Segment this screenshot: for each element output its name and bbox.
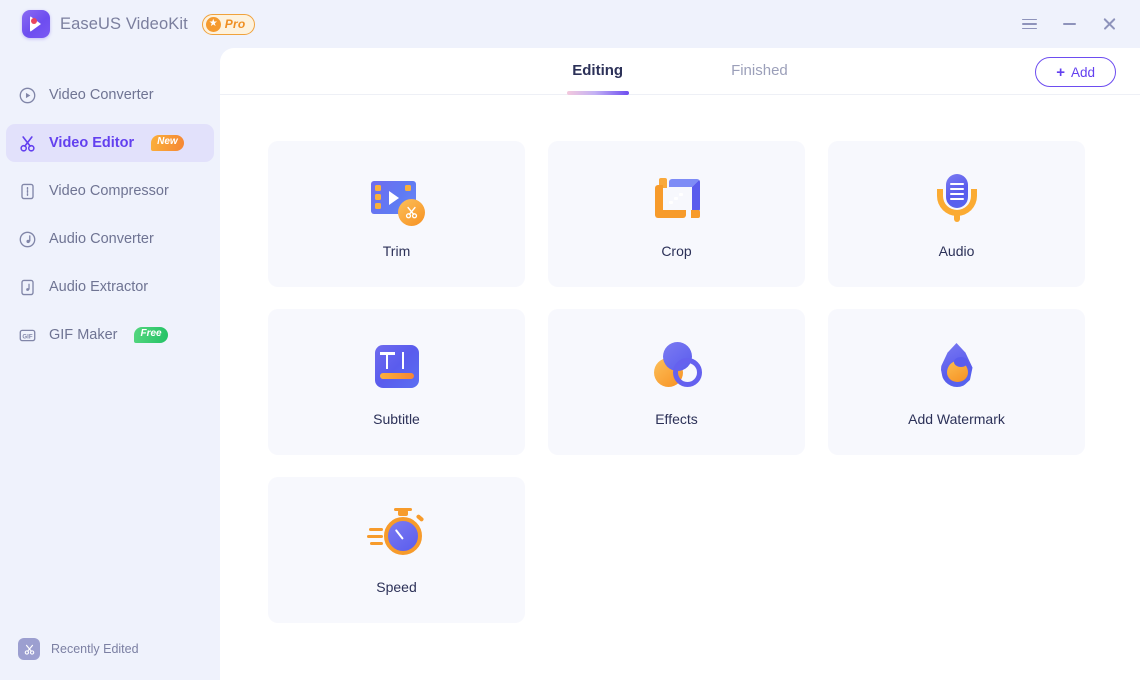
sidebar-item-video-compressor[interactable]: Video Compressor bbox=[6, 172, 214, 210]
tab-finished[interactable]: Finished bbox=[731, 62, 788, 81]
card-crop[interactable]: Crop bbox=[548, 141, 805, 287]
scissors-folder-icon bbox=[18, 638, 40, 660]
card-label: Effects bbox=[655, 411, 698, 427]
svg-text:GIF: GIF bbox=[22, 333, 32, 340]
window-controls bbox=[1012, 0, 1126, 48]
recently-edited-label: Recently Edited bbox=[51, 642, 139, 656]
hamburger-menu-icon[interactable] bbox=[1012, 7, 1046, 41]
audio-file-icon bbox=[18, 278, 37, 297]
app-title: EaseUS VideoKit bbox=[60, 15, 188, 34]
videokit-logo-icon bbox=[22, 10, 50, 38]
sidebar-item-video-editor[interactable]: Video Editor New bbox=[6, 124, 214, 162]
star-icon: ★ bbox=[206, 17, 221, 32]
tab-editing[interactable]: Editing bbox=[572, 62, 623, 81]
trim-film-scissors-icon bbox=[367, 169, 427, 229]
card-label: Subtitle bbox=[373, 411, 420, 427]
plus-icon: + bbox=[1056, 65, 1065, 80]
brand: EaseUS VideoKit ★ Pro bbox=[22, 10, 255, 38]
add-button[interactable]: + Add bbox=[1035, 57, 1116, 87]
watermark-droplet-icon bbox=[927, 337, 987, 397]
pro-badge[interactable]: ★ Pro bbox=[202, 14, 256, 35]
sidebar-badge-new: New bbox=[151, 135, 184, 151]
add-button-label: Add bbox=[1071, 65, 1095, 80]
card-label: Trim bbox=[383, 243, 410, 259]
card-label: Add Watermark bbox=[908, 411, 1005, 427]
sidebar-item-label: Video Compressor bbox=[49, 183, 169, 199]
close-icon[interactable] bbox=[1092, 7, 1126, 41]
card-label: Audio bbox=[939, 243, 975, 259]
stopwatch-icon bbox=[367, 505, 427, 565]
card-label: Crop bbox=[661, 243, 691, 259]
sidebar-item-label: Audio Extractor bbox=[49, 279, 148, 295]
crop-icon bbox=[647, 169, 707, 229]
sidebar-badge-free: Free bbox=[134, 327, 167, 343]
compress-file-icon bbox=[18, 182, 37, 201]
main-panel: Editing Finished + Add bbox=[220, 48, 1140, 680]
recently-edited-item[interactable]: Recently Edited bbox=[0, 634, 220, 664]
card-effects[interactable]: Effects bbox=[548, 309, 805, 455]
application-window: EaseUS VideoKit ★ Pro bbox=[0, 0, 1140, 680]
microphone-icon bbox=[927, 169, 987, 229]
sidebar-item-label: Audio Converter bbox=[49, 231, 154, 247]
title-bar: EaseUS VideoKit ★ Pro bbox=[0, 0, 1140, 48]
sidebar: Video Converter Video Editor New bbox=[0, 48, 220, 680]
tab-bar: Editing Finished + Add bbox=[220, 48, 1140, 95]
pro-badge-label: Pro bbox=[225, 17, 246, 31]
card-label: Speed bbox=[376, 579, 416, 595]
gif-icon: GIF bbox=[18, 326, 37, 345]
sidebar-item-video-converter[interactable]: Video Converter bbox=[6, 76, 214, 114]
sidebar-item-label: Video Converter bbox=[49, 87, 154, 103]
sidebar-item-audio-extractor[interactable]: Audio Extractor bbox=[6, 268, 214, 306]
video-converter-icon bbox=[18, 86, 37, 105]
scissors-icon bbox=[18, 134, 37, 153]
card-subtitle[interactable]: Subtitle bbox=[268, 309, 525, 455]
card-trim[interactable]: Trim bbox=[268, 141, 525, 287]
sidebar-item-label: GIF Maker bbox=[49, 327, 117, 343]
text-subtitle-icon bbox=[367, 337, 427, 397]
sidebar-item-label: Video Editor bbox=[49, 135, 134, 151]
card-audio[interactable]: Audio bbox=[828, 141, 1085, 287]
sidebar-item-gif-maker[interactable]: GIF GIF Maker Free bbox=[6, 316, 214, 354]
card-speed[interactable]: Speed bbox=[268, 477, 525, 623]
tool-card-grid: Trim Crop Audio bbox=[220, 95, 1140, 623]
sidebar-item-audio-converter[interactable]: Audio Converter bbox=[6, 220, 214, 258]
effects-circles-icon bbox=[647, 337, 707, 397]
card-add-watermark[interactable]: Add Watermark bbox=[828, 309, 1085, 455]
audio-converter-icon bbox=[18, 230, 37, 249]
sidebar-nav: Video Converter Video Editor New bbox=[0, 48, 220, 354]
minimize-icon[interactable] bbox=[1052, 7, 1086, 41]
